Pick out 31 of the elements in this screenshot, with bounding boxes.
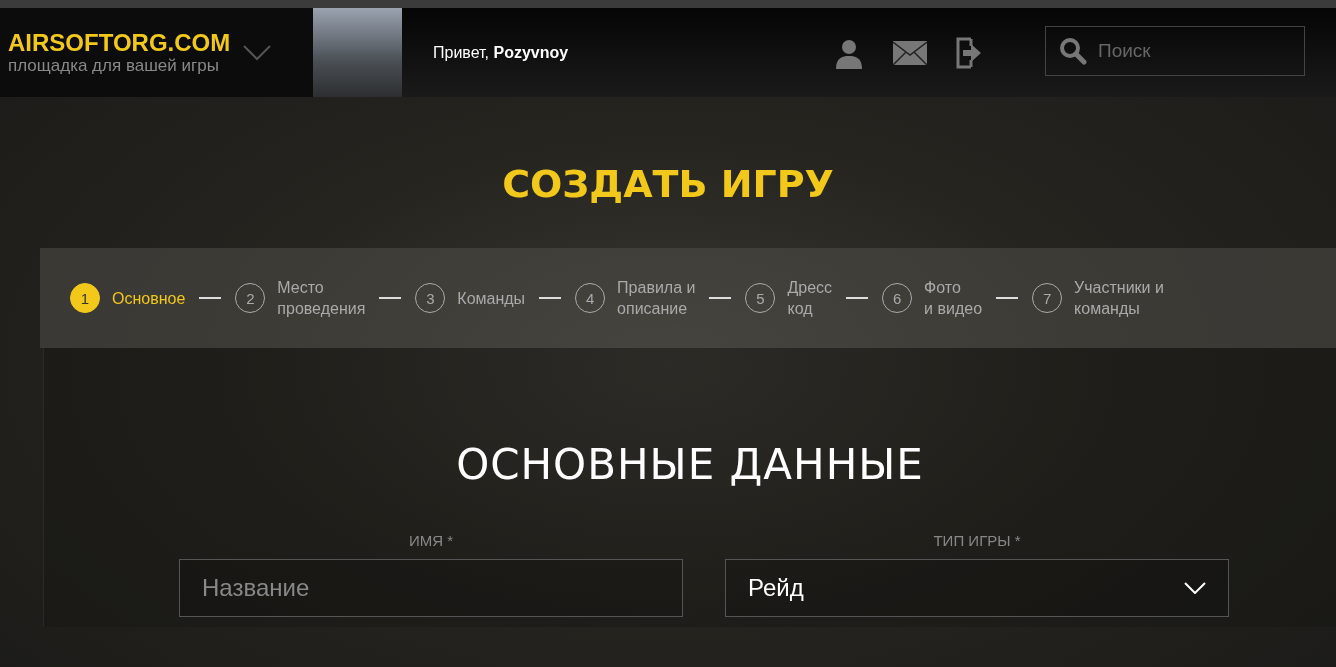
field-label: ИМЯ * <box>408 532 454 549</box>
step-tab[interactable]: 3 Команды <box>415 283 526 313</box>
chevron-down-icon[interactable] <box>242 43 273 62</box>
step-tab[interactable]: 4 Правила и описание <box>575 277 696 319</box>
step-label: Дресс код <box>787 278 833 319</box>
step-number: 1 <box>70 283 100 313</box>
section-title: ОСНОВНЫЕ ДАННЫЕ <box>455 439 925 490</box>
step-tab[interactable]: 2 Место проведения <box>235 277 366 319</box>
step-label: Место проведения <box>277 278 366 319</box>
logout-icon[interactable] <box>955 36 983 69</box>
chevron-down-icon <box>1184 582 1206 594</box>
search-field[interactable]: Поиск <box>1045 25 1305 76</box>
step-label: Основное <box>112 288 186 309</box>
site-tagline: площадка для вашей игры <box>8 55 220 76</box>
site-logo[interactable]: AIRSOFTORG.COM <box>8 29 231 56</box>
greeting-text: Привет, Pozyvnoy <box>433 43 570 62</box>
step-tab[interactable]: 5 Дресс код <box>745 277 833 319</box>
step-label: Участники и команды <box>1074 278 1164 319</box>
search-icon <box>1059 36 1087 65</box>
step-label: Команды <box>457 288 526 309</box>
step-tab[interactable]: 7 Участники и команды <box>1032 277 1164 319</box>
step-tab[interactable]: 1 Основное <box>70 283 186 313</box>
name-input[interactable]: Название <box>179 559 683 617</box>
step-label: Правила и описание <box>617 278 696 319</box>
avatar-photo[interactable] <box>313 8 402 97</box>
step-tab[interactable]: 6 Фото и видео <box>882 277 983 319</box>
field-label: ТИП ИГРЫ * <box>933 532 1021 549</box>
step-label: Фото и видео <box>924 278 983 319</box>
page-title: СОЗДАТЬ ИГРУ <box>501 161 835 207</box>
game-type-dropdown[interactable]: Рейд <box>725 559 1229 617</box>
mail-icon[interactable] <box>893 40 927 65</box>
